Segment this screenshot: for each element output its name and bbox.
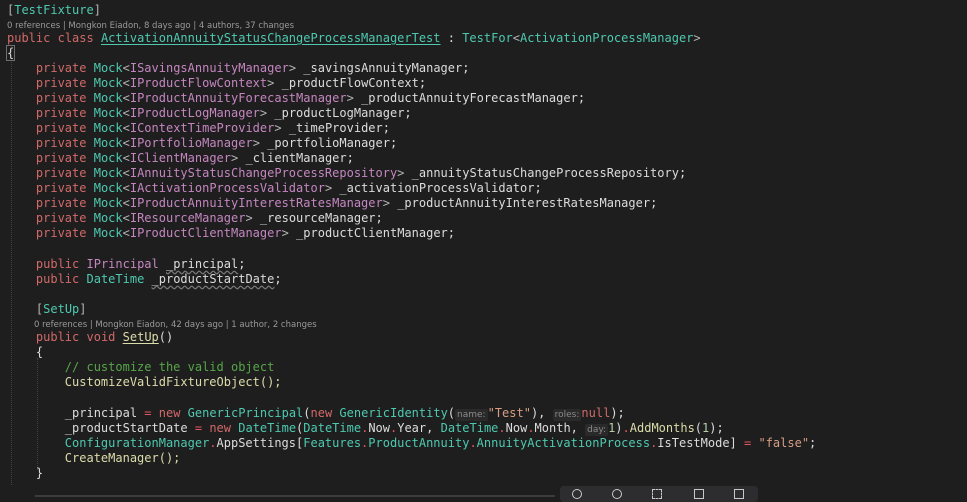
code-line: ConfigurationManager.AppSettings[Feature… [64, 436, 817, 450]
param-hint-day: day: [585, 424, 609, 436]
divider [35, 495, 555, 497]
codelens-class[interactable]: 0 references | Mongkon Eiadon, 8 days ag… [7, 21, 294, 31]
code-line: public void SetUp() [35, 330, 174, 344]
field-line: private Mock<ISavingsAnnuityManager> _sa… [35, 61, 470, 75]
code-line: { [35, 345, 44, 359]
code-line: public class ActivationAnnuityStatusChan… [7, 31, 701, 45]
field-line: private Mock<IProductLogManager> _produc… [35, 106, 412, 120]
code-line: CreateManager(); [64, 451, 181, 465]
field-line: private Mock<IPortfolioManager> _portfol… [35, 136, 398, 150]
class-name[interactable]: ActivationAnnuityStatusChangeProcessMana… [101, 31, 441, 45]
open-brace: { [5, 45, 16, 61]
window-icon[interactable] [694, 489, 704, 499]
code-line: _principal = new GenericPrincipal(new Ge… [64, 406, 625, 421]
field-line: private Mock<IProductAnnuityInterestRate… [35, 196, 658, 210]
floating-toolbar[interactable] [560, 486, 758, 502]
field-line: private Mock<IResourceManager> _resource… [35, 211, 383, 225]
code-line: [SetUp] [35, 302, 87, 316]
search-icon[interactable] [572, 489, 582, 499]
panel-icon[interactable] [734, 489, 744, 499]
code-line: [TestFixture] [7, 3, 101, 17]
attribute-testfixture: TestFixture [14, 3, 94, 17]
expand-icon[interactable] [652, 489, 662, 499]
field-line: private Mock<IAnnuityStatusChangeProcess… [35, 166, 687, 180]
attribute-setup: SetUp [43, 302, 80, 316]
param-hint-name: name: [455, 409, 488, 421]
codelens-setup[interactable]: 0 references | Mongkon Eiadon, 42 days a… [34, 320, 317, 330]
code-line: CustomizeValidFixtureObject(); [64, 375, 282, 389]
param-hint-roles: roles: [552, 409, 582, 421]
field-line: private Mock<IProductFlowContext> _produ… [35, 76, 427, 90]
code-line: } [35, 466, 44, 480]
code-line: // customize the valid object [64, 360, 275, 374]
field-line: private Mock<IProductClientManager> _pro… [35, 226, 455, 240]
field-line: private Mock<IProductAnnuityForecastMana… [35, 91, 586, 105]
code-editor[interactable]: [TestFixture] 0 references | Mongkon Eia… [0, 0, 967, 502]
field-line: private Mock<IContextTimeProvider> _time… [35, 121, 390, 135]
code-line: { [5, 45, 16, 61]
field-line: private Mock<IActivationProcessValidator… [35, 181, 542, 195]
method-setup[interactable]: SetUp [123, 330, 159, 344]
code-line: _productStartDate = new DateTime(DateTim… [64, 421, 724, 436]
field-line: public DateTime _productStartDate; [35, 272, 282, 286]
search-icon-2[interactable] [612, 489, 622, 499]
field-line: private Mock<IClientManager> _clientMana… [35, 151, 354, 165]
field-line: public IPrincipal _principal; [35, 257, 246, 271]
